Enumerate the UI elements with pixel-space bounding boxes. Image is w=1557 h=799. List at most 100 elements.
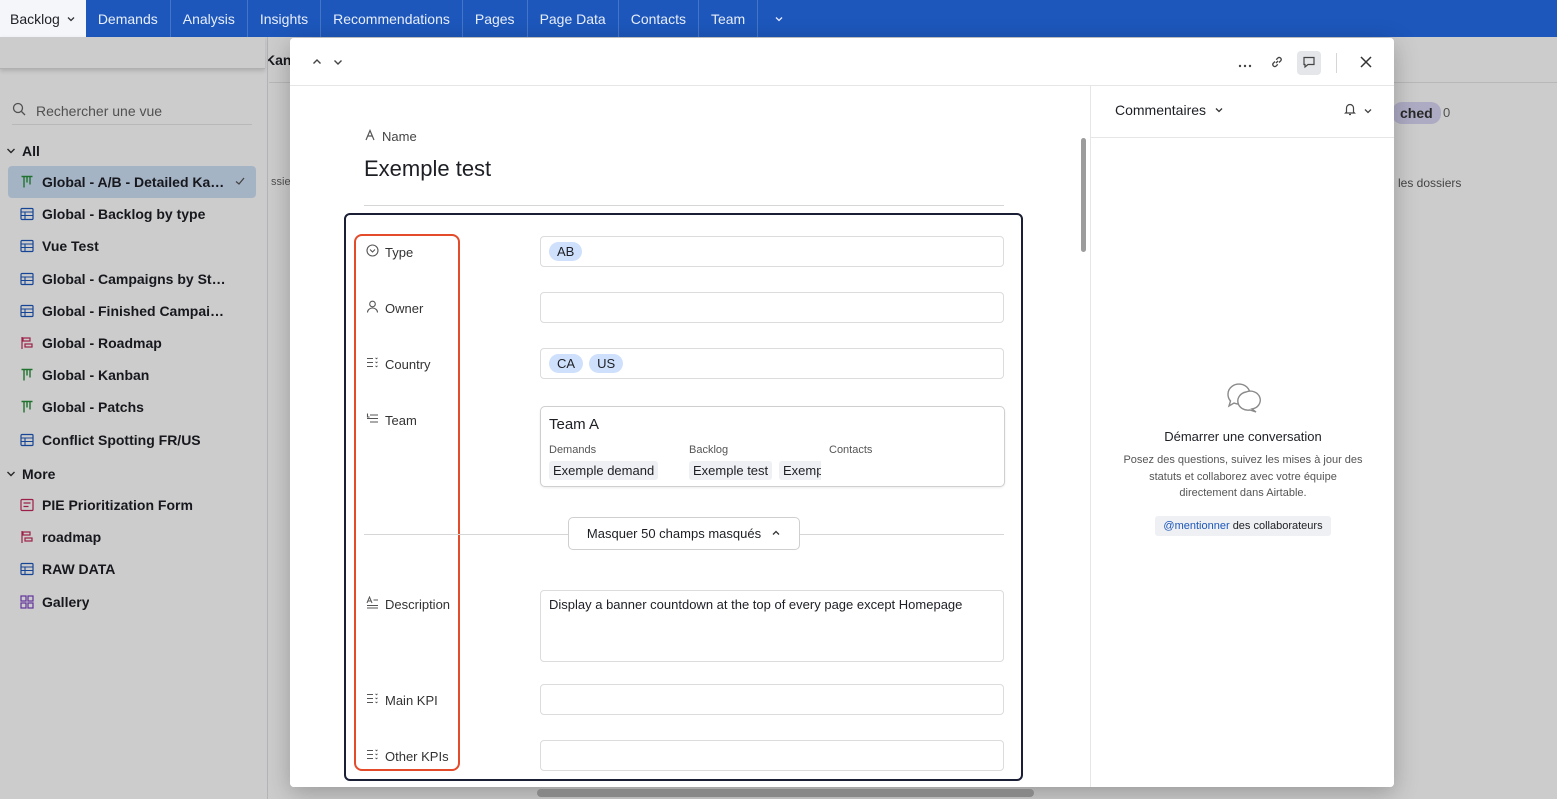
chevron-down-icon [774,11,784,27]
form-icon [20,498,34,512]
group-label: All [22,143,40,159]
status-count: 0 [1443,105,1451,120]
tab-label: Backlog [10,10,60,27]
group-all-toggle[interactable]: All [6,143,40,159]
comments-header: Commentaires [1115,102,1207,118]
sidebar-view-item[interactable]: Global - Roadmap [8,327,256,359]
tab-demands[interactable]: Demands [86,0,171,37]
status-badge: ched [1392,102,1441,124]
tab-backlog[interactable]: Backlog [0,0,86,37]
linked-column-label: Backlog [689,444,729,456]
empty-comments-state: Démarrer une conversation Posez des ques… [1091,380,1394,536]
sidebar-view-item[interactable]: Global - Finished Campaigns [8,295,256,327]
linked-chip: Exemp [779,461,821,480]
bell-icon [1343,102,1357,121]
toggle-comments-button[interactable] [1297,51,1321,75]
sidebar-view-item[interactable]: Conflict Spotting FR/US [8,424,256,456]
search-placeholder: Rechercher une vue [36,102,163,119]
chevron-down-icon [6,143,16,159]
field-label-text: Other KPIs [385,748,449,764]
vertical-scrollbar[interactable] [1081,138,1086,252]
comment-icon [1302,55,1316,72]
modal-header [290,38,1394,86]
sidebar-view-item[interactable]: PIE Prioritization Form [8,489,256,521]
chevron-up-icon [771,526,781,541]
view-label: Global - Backlog by type [42,206,206,223]
close-modal-button[interactable] [1355,52,1377,74]
folder-text-fragment: les dossiers [1398,176,1462,190]
multi-select-icon [366,356,379,372]
view-label: Global - Campaigns by Status [42,270,227,287]
user-icon [366,300,379,316]
country-field[interactable]: CA US [540,348,1004,379]
search-views-input[interactable]: Rechercher une vue [12,97,252,125]
sidebar-view-item[interactable]: Global - A/B - Detailed Kanban [8,166,256,198]
view-label: Global - Kanban [42,367,150,384]
notifications-button[interactable] [1343,102,1373,121]
comments-pane: Commentaires Démarrer une conversation P… [1090,86,1394,787]
tab-recommendations[interactable]: Recommendations [321,0,463,37]
grid-icon [20,272,34,286]
next-record-button[interactable] [327,52,349,74]
owner-field[interactable] [540,292,1004,323]
other-kpis-field[interactable] [540,740,1004,771]
more-tabs-button[interactable] [758,0,800,37]
toggle-hidden-fields-button[interactable]: Masquer 50 champs masqués [568,517,800,550]
tab-pages[interactable]: Pages [463,0,528,37]
sidebar-view-item[interactable]: Gallery [8,586,256,618]
sidebar-view-item[interactable]: Vue Test [8,230,256,262]
team-linked-record-card[interactable]: Team A Demands Backlog Contacts Exemple … [540,406,1005,487]
grid-icon [20,239,34,253]
chevron-down-icon [1363,103,1373,121]
view-label: Global - A/B - Detailed Kanban [42,174,226,190]
grid-icon [20,304,34,318]
mention-collaborators-button[interactable]: @mentionner des collaborateurs [1155,515,1331,536]
record-title[interactable]: Exemple test [364,156,491,182]
tab-analysis[interactable]: Analysis [171,0,248,37]
horizontal-scrollbar[interactable] [537,789,1034,797]
field-label-text: Country [385,356,431,372]
field-label-owner: Owner [366,300,423,316]
gallery-icon [20,594,34,609]
more-options-button[interactable] [1234,52,1256,74]
sidebar-view-item[interactable]: roadmap [8,521,256,553]
country-chip: CA [549,354,584,373]
copy-link-button[interactable] [1266,52,1288,74]
type-chip: AB [549,242,583,261]
sidebar-view-item[interactable]: RAW DATA [8,553,256,585]
comments-header-divider [1091,137,1394,138]
grid-icon [20,433,34,447]
chevron-up-icon [311,55,323,71]
chat-bubbles-icon [1224,383,1262,418]
timeline-icon [20,336,34,350]
linked-chip: Exemple demand [549,461,659,480]
comments-filter-dropdown[interactable]: Commentaires [1115,102,1224,118]
grid-icon [20,562,34,576]
field-label-text: Main KPI [385,692,438,708]
sidebar-view-item[interactable]: Global - Campaigns by Status [8,263,256,295]
chevron-down-icon [332,55,344,71]
sidebar-view-item[interactable]: Global - Backlog by type [8,198,256,230]
single-select-icon [366,244,379,260]
title-divider [364,205,1004,206]
sidebar-view-item[interactable]: Global - Kanban [8,359,256,391]
group-more-toggle[interactable]: More [6,466,55,482]
checkmark-icon [234,174,246,190]
tab-page-data[interactable]: Page Data [528,0,619,37]
sidebar-view-item[interactable]: Global - Patchs [8,391,256,423]
main-kpi-field[interactable] [540,684,1004,715]
type-field[interactable]: AB [540,236,1004,267]
empty-comments-description: Posez des questions, suivez les mises à … [1123,454,1363,499]
name-field-label: Name [364,128,417,144]
field-label-text: Type [385,244,414,260]
previous-record-button[interactable] [306,52,328,74]
tab-team[interactable]: Team [699,0,759,37]
ellipsis-icon [1238,55,1252,71]
tab-insights[interactable]: Insights [248,0,322,37]
tab-contacts[interactable]: Contacts [619,0,699,37]
description-field[interactable]: Display a banner countdown at the top of… [540,590,1004,662]
field-label-text: Owner [385,300,424,316]
view-label: Global - Patchs [42,399,144,416]
dropdown-popup [0,37,265,69]
linked-record-icon [366,412,379,428]
